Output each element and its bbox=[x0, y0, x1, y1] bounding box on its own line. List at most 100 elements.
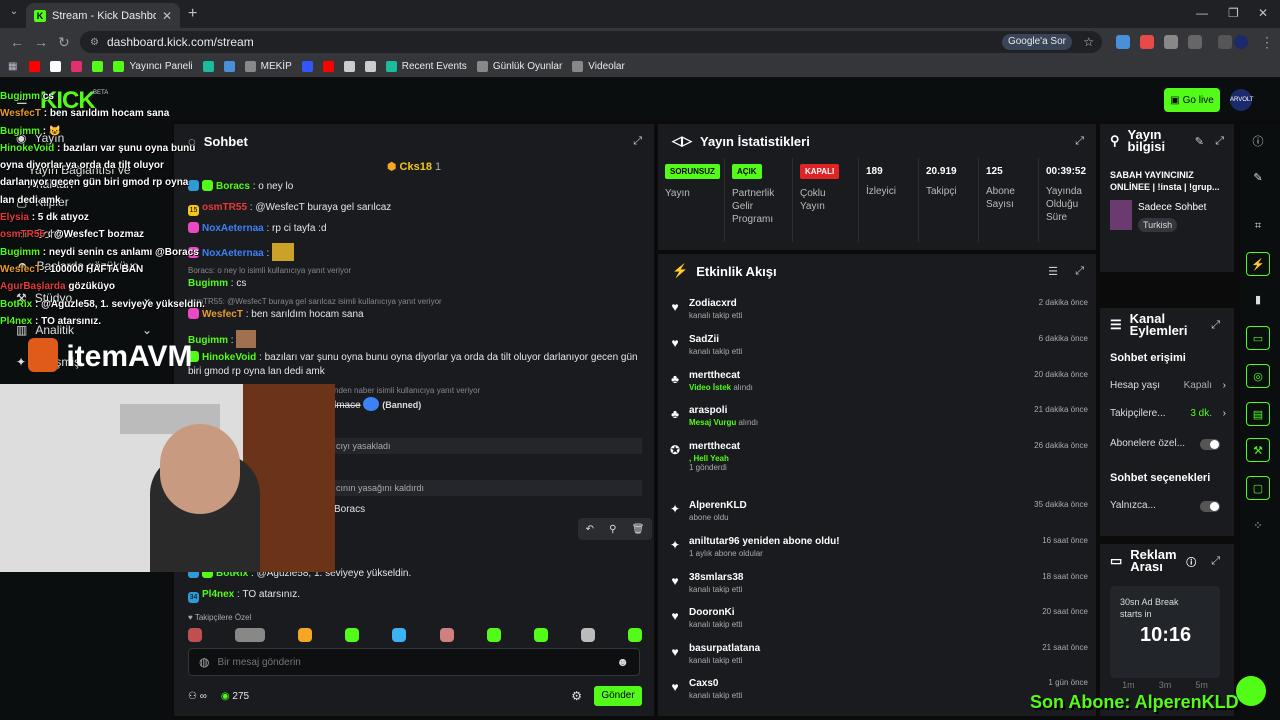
activity-user[interactable]: AlperenKLD bbox=[689, 500, 747, 511]
browser-tab[interactable]: K Stream - Kick Dashboard ✕ bbox=[26, 3, 180, 28]
bookmark-item[interactable] bbox=[322, 61, 334, 72]
send-button[interactable]: Gönder bbox=[594, 686, 642, 706]
emote-button[interactable] bbox=[298, 628, 313, 642]
address-bar[interactable]: ⚙ dashboard.kick.com/stream Google'a Sor… bbox=[80, 31, 1102, 53]
bookmark-item[interactable]: Yayıncı Paneli bbox=[113, 61, 193, 72]
points-display[interactable]: ◉ 275 bbox=[221, 691, 249, 702]
bookmark-item[interactable] bbox=[29, 61, 41, 72]
chat-message[interactable]: HinokeVoid : bazıları var şunu oyna bunu… bbox=[188, 351, 638, 379]
emoji-icon[interactable]: ☻ bbox=[616, 655, 629, 669]
chat-input[interactable] bbox=[217, 656, 609, 668]
pinned-gift-banner[interactable]: ⬢ Cks18 1 bbox=[174, 160, 654, 173]
chat-username[interactable]: osmTR55 bbox=[202, 202, 247, 213]
delete-icon[interactable]: 🗑 bbox=[632, 524, 645, 535]
category-name[interactable]: Sadece Sohbet bbox=[1138, 202, 1206, 213]
chat-username[interactable]: Bugimm bbox=[188, 335, 228, 346]
activity-user[interactable]: DooronKi bbox=[689, 607, 735, 618]
chat-username[interactable]: NoxAeternaa bbox=[202, 223, 264, 234]
activity-user[interactable]: Caxs0 bbox=[689, 678, 718, 689]
activity-item[interactable]: ♥ Zodiacxrd kanalı takip etti 2 dakika önce bbox=[668, 298, 1088, 332]
menu-kebab-icon[interactable]: ⋮ bbox=[1260, 34, 1274, 51]
settings-gear-icon[interactable]: ⚙ bbox=[571, 689, 582, 703]
activity-user[interactable]: SadZii bbox=[689, 334, 719, 345]
popout-icon[interactable]: ⤢ bbox=[1215, 135, 1224, 148]
activity-user[interactable]: 38smlars38 bbox=[689, 572, 744, 583]
user-avatar[interactable]: ARVOLT bbox=[1230, 89, 1253, 111]
popout-icon[interactable]: ⤢ bbox=[633, 135, 642, 148]
forward-icon[interactable]: → bbox=[34, 34, 48, 50]
popout-icon[interactable]: ⤢ bbox=[1211, 555, 1220, 568]
edit-icon[interactable]: ✎ bbox=[1246, 166, 1270, 190]
chat-icon[interactable]: ▭ bbox=[1246, 326, 1270, 350]
chat-input-box[interactable]: ◍ ☻ bbox=[188, 648, 640, 676]
extension-icon[interactable] bbox=[1116, 35, 1130, 49]
chat-username[interactable]: Pl4nex bbox=[202, 589, 234, 600]
bookmark-item[interactable] bbox=[301, 61, 313, 72]
bookmark-item[interactable] bbox=[71, 61, 83, 72]
popout-icon[interactable]: ⤢ bbox=[1075, 265, 1084, 278]
chat-username[interactable]: lmace bbox=[334, 400, 361, 411]
reload-icon[interactable]: ↻ bbox=[58, 34, 70, 51]
bookmark-item[interactable]: Videolar bbox=[572, 61, 625, 72]
close-window-icon[interactable]: ✕ bbox=[1258, 6, 1268, 20]
profile-avatar[interactable] bbox=[1234, 35, 1248, 49]
extension-icon[interactable] bbox=[1140, 35, 1154, 49]
reply-icon[interactable]: ↶ bbox=[586, 524, 594, 535]
chat-message[interactable]: NoxAeternaa : rp ci tayfa :d bbox=[188, 222, 638, 236]
emote-button[interactable] bbox=[486, 628, 501, 642]
bookmark-item[interactable]: MEKİP bbox=[244, 61, 292, 72]
activity-bolt-icon[interactable]: ⚡ bbox=[1246, 252, 1270, 276]
bookmark-item[interactable] bbox=[223, 61, 235, 72]
activity-user[interactable]: basurpatlatana bbox=[689, 643, 760, 654]
bookmark-star-icon[interactable]: ☆ bbox=[1083, 35, 1094, 49]
chat-message[interactable]: 15 osmTR55 : @WesfecT buraya gel sarılcaz bbox=[188, 201, 638, 216]
download-icon[interactable] bbox=[1188, 35, 1202, 49]
gift-icon[interactable]: ◍ bbox=[199, 655, 209, 669]
bookmark-item[interactable]: Recent Events bbox=[385, 61, 467, 72]
support-chat-button[interactable] bbox=[1236, 676, 1266, 706]
bookmark-item[interactable]: Günlük Oyunlar bbox=[476, 61, 562, 72]
popout-icon[interactable]: ⤢ bbox=[1211, 319, 1220, 332]
wrench-icon[interactable]: ⚒ bbox=[1246, 438, 1270, 462]
chat-username[interactable]: Boracs bbox=[216, 181, 250, 192]
activity-item[interactable]: ✦ aniltutar96 yeniden abone oldu! 1 aylık … bbox=[668, 536, 1088, 570]
viewers-icon[interactable]: ⚇ ∞ bbox=[188, 691, 207, 702]
activity-user[interactable]: aniltutar96 yeniden abone oldu! bbox=[689, 536, 840, 547]
chat-message[interactable]: WesfecT : ben sarıldım hocam sana bbox=[188, 308, 638, 322]
account-age-row[interactable]: Hesap yaşı Kapalı › bbox=[1110, 380, 1226, 391]
activity-item[interactable]: ♥ 38smlars38 kanalı takip etti 18 saat önce bbox=[668, 572, 1088, 606]
back-icon[interactable]: ← bbox=[10, 34, 24, 50]
emote-button[interactable] bbox=[533, 628, 548, 642]
info-circle-icon[interactable]: ⓘ bbox=[1186, 554, 1196, 569]
chat-username[interactable]: HinokeVoid bbox=[202, 352, 256, 363]
filter-icon[interactable]: ☰ bbox=[1048, 265, 1058, 278]
category-thumbnail[interactable] bbox=[1110, 200, 1132, 230]
chat-message[interactable]: Bugimm : cs bbox=[188, 277, 638, 291]
emote-button[interactable] bbox=[392, 628, 407, 642]
ad-option-5m[interactable]: 5m bbox=[1195, 680, 1208, 690]
popout-icon[interactable]: ⤢ bbox=[1075, 135, 1084, 148]
extensions-puzzle-icon[interactable] bbox=[1164, 35, 1178, 49]
activity-item[interactable]: ♥ Caxs0 kanalı takip etti 1 gün önce bbox=[668, 678, 1088, 712]
activity-user[interactable]: mertthecat bbox=[689, 441, 740, 452]
activity-item[interactable]: ♥ basurpatlatana kanalı takip etti 21 saat … bbox=[668, 643, 1088, 677]
new-tab-icon[interactable]: + bbox=[188, 5, 197, 23]
emote-button[interactable] bbox=[188, 628, 202, 642]
site-info-icon[interactable]: ⚙ bbox=[90, 37, 99, 48]
only-option-toggle[interactable] bbox=[1200, 501, 1220, 512]
stats-icon[interactable]: ▮ bbox=[1246, 288, 1270, 312]
activity-item[interactable]: ♣ mertthecat Video İstek alındı 20 dakika ö… bbox=[668, 370, 1088, 404]
info-icon[interactable]: ⓘ bbox=[1246, 130, 1270, 154]
maximize-icon[interactable]: ❐ bbox=[1228, 6, 1239, 20]
chat-message[interactable]: Boracs : o ney lo bbox=[188, 180, 638, 194]
subs-only-toggle[interactable] bbox=[1200, 439, 1220, 450]
chat-message-banned[interactable]: lmace (Banned) bbox=[334, 397, 634, 413]
chat-username[interactable]: WesfecT bbox=[202, 309, 243, 320]
activity-item[interactable]: ♥ SadZii kanalı takip etti 6 dakika önce bbox=[668, 334, 1088, 368]
bookmark-item[interactable] bbox=[364, 61, 376, 72]
bookmark-item[interactable] bbox=[50, 61, 62, 72]
apps-grid-icon[interactable]: ▦ bbox=[8, 61, 17, 72]
activity-user[interactable]: mertthecat bbox=[689, 370, 740, 381]
bookmark-item[interactable] bbox=[202, 61, 214, 72]
chat-message[interactable]: Boracs bbox=[334, 503, 534, 517]
